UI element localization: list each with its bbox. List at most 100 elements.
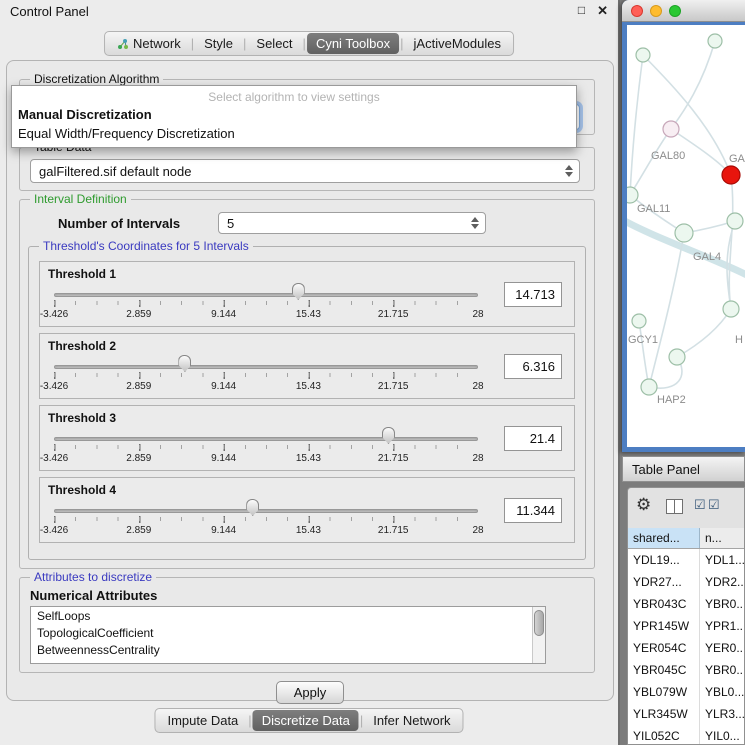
- cell[interactable]: YDR2...: [700, 571, 744, 593]
- network-node[interactable]: [708, 34, 722, 48]
- tab-discretize-data[interactable]: Discretize Data: [253, 710, 359, 731]
- cell[interactable]: YER0...: [700, 637, 744, 659]
- float-window-icon[interactable]: □: [578, 3, 585, 19]
- gear-icon[interactable]: ⚙: [636, 496, 651, 513]
- cell[interactable]: YBR0...: [700, 593, 744, 615]
- cell[interactable]: YIL052C: [628, 725, 700, 745]
- network-canvas[interactable]: GAL80 GA GAL11 GAL4 GCY1 HAP2 H: [627, 25, 745, 447]
- threshold-slider[interactable]: -3.426 2.859 9.144 15.43 21.715 28: [54, 284, 478, 322]
- slider-scale: -3.426 2.859 9.144 15.43 21.715 28: [54, 381, 478, 393]
- number-of-intervals-value: 5: [227, 216, 234, 231]
- threshold-value-field[interactable]: 21.4: [504, 426, 562, 451]
- network-node-selected[interactable]: [722, 166, 740, 184]
- window-buttons: □ ✕: [578, 3, 608, 19]
- table-row[interactable]: YER054CYER0...: [628, 637, 744, 659]
- cell[interactable]: YDL19...: [628, 549, 700, 571]
- threshold-label: Threshold 3: [48, 411, 116, 425]
- list-item[interactable]: TopologicalCoefficient: [31, 624, 545, 641]
- tab-infer-network[interactable]: Infer Network: [364, 710, 459, 731]
- minimize-traffic-light-icon[interactable]: [650, 5, 662, 17]
- table-data-combobox[interactable]: galFiltered.sif default node: [30, 159, 580, 183]
- number-of-intervals-label: Number of Intervals: [58, 216, 180, 231]
- slider-track[interactable]: [54, 509, 478, 513]
- columns-icon[interactable]: [666, 499, 683, 514]
- tab-cyni-toolbox[interactable]: Cyni Toolbox: [307, 33, 399, 54]
- cell[interactable]: YER054C: [628, 637, 700, 659]
- number-of-intervals-combobox[interactable]: 5: [218, 212, 486, 234]
- cell[interactable]: YIL0...: [700, 725, 744, 745]
- column-header-shared-name[interactable]: shared...: [628, 528, 700, 548]
- scale-label: 2.859: [126, 309, 151, 320]
- option-equal-width-frequency[interactable]: Equal Width/Frequency Discretization: [12, 124, 576, 147]
- slider-track[interactable]: [54, 437, 478, 441]
- screen: Control Panel □ ✕ Network | Style | Sele: [0, 0, 745, 745]
- list-item[interactable]: BetweennessCentrality: [31, 641, 545, 658]
- tab-impute-data[interactable]: Impute Data: [158, 710, 247, 731]
- network-node[interactable]: [636, 48, 650, 62]
- close-icon[interactable]: ✕: [597, 3, 608, 19]
- cell[interactable]: YBR045C: [628, 659, 700, 681]
- cell[interactable]: YDR27...: [628, 571, 700, 593]
- cell[interactable]: YBL0...: [700, 681, 744, 703]
- option-manual-discretization[interactable]: Manual Discretization: [12, 105, 576, 124]
- table-row[interactable]: YBL079WYBL0...: [628, 681, 744, 703]
- close-traffic-light-icon[interactable]: [631, 5, 643, 17]
- threshold-slider[interactable]: -3.426 2.859 9.144 15.43 21.715 28: [54, 428, 478, 466]
- slider-thumb[interactable]: [382, 427, 395, 444]
- slider-thumb[interactable]: [246, 499, 259, 516]
- list-scrollbar[interactable]: [532, 607, 545, 663]
- scale-label: -3.426: [40, 453, 68, 464]
- scrollbar-thumb[interactable]: [534, 610, 544, 636]
- table-row[interactable]: YLR345WYLR3...: [628, 703, 744, 725]
- threshold-slider[interactable]: -3.426 2.859 9.144 15.43 21.715 28: [54, 500, 478, 538]
- threshold-value-field[interactable]: 6.316: [504, 354, 562, 379]
- network-node[interactable]: [723, 301, 739, 317]
- table-header-row: shared... n...: [628, 528, 744, 549]
- table-row[interactable]: YDL19...YDL1...: [628, 549, 744, 571]
- network-node[interactable]: [663, 121, 679, 137]
- cell[interactable]: YLR345W: [628, 703, 700, 725]
- scale-label: 28: [472, 309, 483, 320]
- network-node[interactable]: [627, 187, 638, 203]
- cell[interactable]: YDL1...: [700, 549, 744, 571]
- tab-jactivemodules[interactable]: jActiveModules: [405, 33, 510, 54]
- network-node[interactable]: [669, 349, 685, 365]
- tab-style[interactable]: Style: [195, 33, 242, 54]
- slider-thumb[interactable]: [292, 283, 305, 300]
- slider-track[interactable]: [54, 293, 478, 297]
- select-all-checkbox-icon[interactable]: ☑: [694, 498, 706, 511]
- apply-button[interactable]: Apply: [276, 681, 344, 704]
- zoom-traffic-light-icon[interactable]: [669, 5, 681, 17]
- table-row[interactable]: YDR27...YDR2...: [628, 571, 744, 593]
- table-row[interactable]: YBR045CYBR0...: [628, 659, 744, 681]
- cell[interactable]: YBL079W: [628, 681, 700, 703]
- table-row[interactable]: YIL052CYIL0...: [628, 725, 744, 745]
- network-node[interactable]: [675, 224, 693, 242]
- network-node[interactable]: [727, 213, 743, 229]
- cell[interactable]: YPR145W: [628, 615, 700, 637]
- tab-label: Discretize Data: [262, 713, 350, 728]
- select-column-checkbox-icon[interactable]: ☑: [708, 498, 720, 511]
- cell[interactable]: YPR1...: [700, 615, 744, 637]
- tab-select[interactable]: Select: [247, 33, 301, 54]
- threshold-value-field[interactable]: 11.344: [504, 498, 562, 523]
- threshold-slider[interactable]: -3.426 2.859 9.144 15.43 21.715 28: [54, 356, 478, 394]
- attributes-list[interactable]: SelfLoops TopologicalCoefficient Between…: [30, 606, 546, 664]
- list-item[interactable]: SelfLoops: [31, 607, 545, 624]
- table-row[interactable]: YPR145WYPR1...: [628, 615, 744, 637]
- tab-network[interactable]: Network: [108, 33, 190, 54]
- table-row[interactable]: YBR043CYBR0...: [628, 593, 744, 615]
- slider-track[interactable]: [54, 365, 478, 369]
- cell[interactable]: YBR043C: [628, 593, 700, 615]
- cell[interactable]: YBR0...: [700, 659, 744, 681]
- cell[interactable]: YLR3...: [700, 703, 744, 725]
- column-header-name[interactable]: n...: [700, 528, 744, 548]
- network-node[interactable]: [632, 314, 646, 328]
- table-data-group: Table Data galFiltered.sif default node: [19, 147, 595, 191]
- slider-thumb[interactable]: [178, 355, 191, 372]
- threshold-panel-3: Threshold 3 -3.426 2.859 9.144 15.43 21.…: [39, 405, 575, 471]
- node-label: HAP2: [657, 394, 686, 406]
- network-node[interactable]: [641, 379, 657, 395]
- threshold-value-field[interactable]: 14.713: [504, 282, 562, 307]
- thresholds-group-title: Threshold's Coordinates for 5 Intervals: [39, 239, 253, 253]
